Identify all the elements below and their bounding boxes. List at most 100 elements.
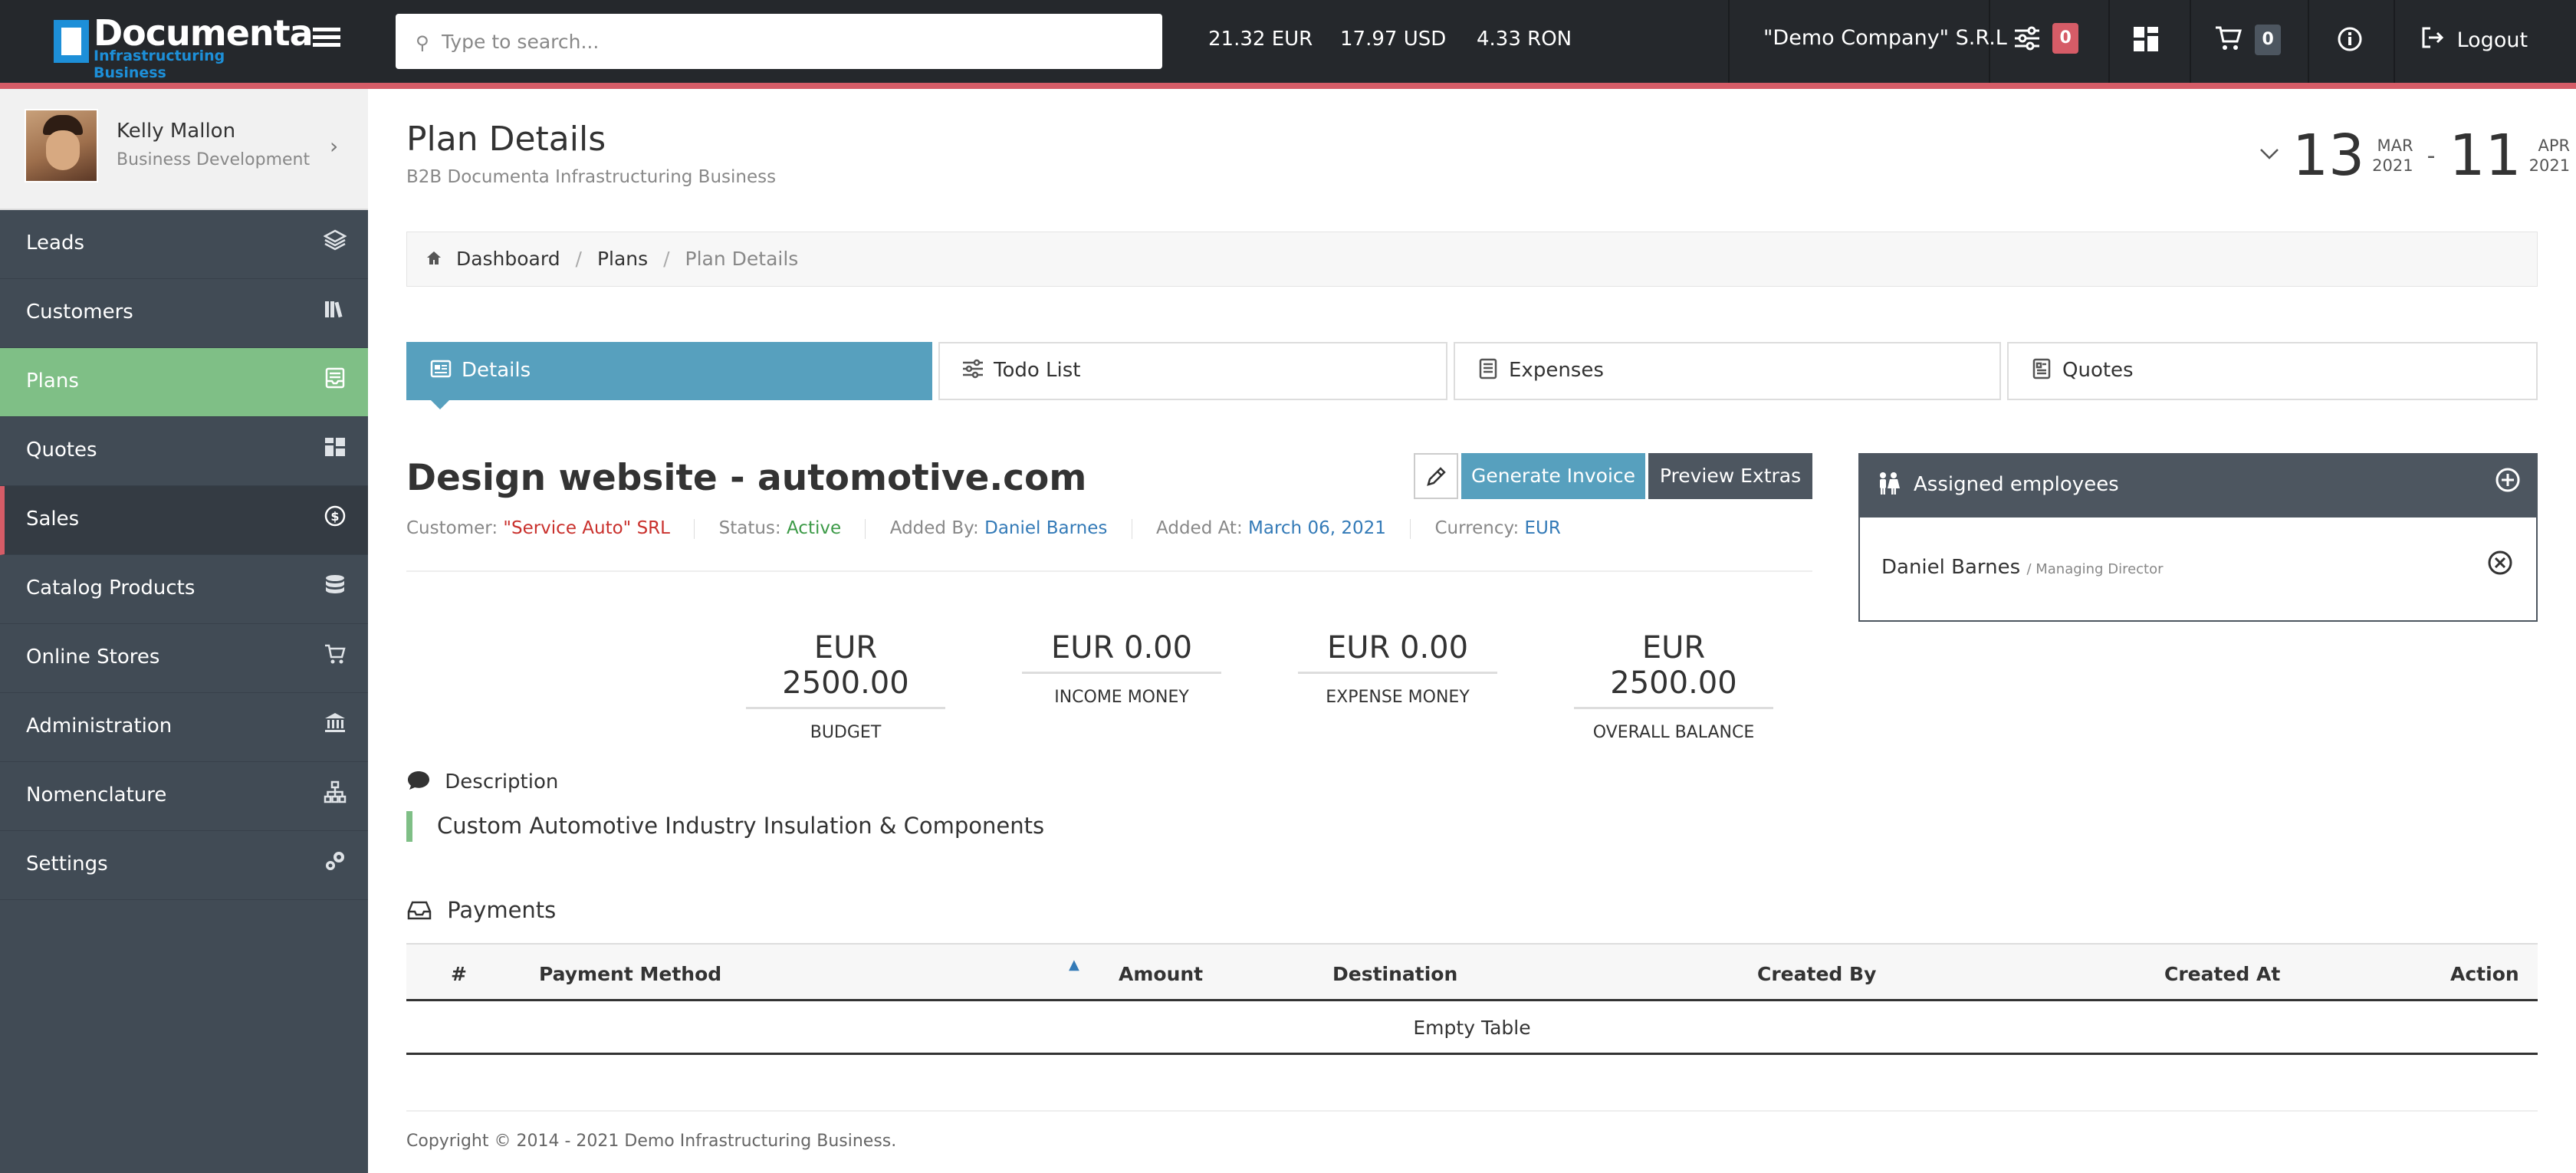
plan-meta: Customer: "Service Auto" SRL Status: Act… [406, 518, 1561, 539]
customer-link[interactable]: "Service Auto" SRL [503, 518, 670, 538]
stat-value: EUR 0.00 [1298, 630, 1497, 674]
description-heading: Description [406, 770, 558, 797]
document-icon [2030, 357, 2053, 386]
status-label: Status: [718, 518, 781, 538]
preview-extras-button[interactable]: Preview Extras [1648, 453, 1812, 499]
column-amount[interactable]: Amount [1119, 963, 1203, 985]
stat-label: OVERALL BALANCE [1592, 723, 1755, 742]
sliders-icon [961, 357, 984, 386]
date-from-day: 13 [2292, 123, 2365, 189]
database-icon [324, 573, 347, 603]
gears-icon [324, 849, 347, 879]
sort-asc-icon[interactable]: ▲ [1069, 957, 1079, 973]
chevron-down-icon [2259, 146, 2280, 165]
edit-button[interactable] [1414, 453, 1458, 499]
remove-employee-icon[interactable] [2487, 550, 2513, 583]
filter-badge: 0 [2052, 23, 2079, 54]
info-icon[interactable] [2337, 26, 2363, 55]
stat-income-money: EUR 0.00 INCOME MONEY [1022, 630, 1221, 707]
sidebar-item-label: Customers [26, 301, 133, 324]
stat-value: EUR 2500.00 [746, 630, 945, 709]
sidebar-item-label: Sales [26, 508, 80, 531]
company-selector[interactable]: "Demo Company" S.R.L [1763, 26, 2007, 50]
profile-role: Business Development [117, 150, 310, 169]
add-employee-icon[interactable] [2495, 467, 2521, 500]
menu-toggle-icon[interactable] [313, 28, 340, 52]
description-heading-text: Description [445, 770, 559, 794]
table-header: # Payment Method ▲ Amount Destination Cr… [406, 943, 2538, 1001]
date-range-picker[interactable]: 13 MAR 2021 - 11 APR 2021 [2259, 123, 2570, 189]
tab-expenses[interactable]: Expenses [1454, 342, 2001, 400]
sidebar-item-settings[interactable]: Settings [0, 831, 368, 900]
employee-item: Daniel Barnes / Managing Director [1881, 556, 2164, 579]
stat-overall-balance: EUR 2500.00 OVERALL BALANCE [1574, 630, 1773, 742]
dashboard-layout-icon[interactable] [2133, 26, 2159, 55]
added-by-label: Added By: [889, 518, 979, 538]
column-created-at[interactable]: Created At [2164, 963, 2280, 985]
comment-icon [406, 770, 431, 797]
svg-text:$: $ [330, 509, 339, 524]
added-by-link[interactable]: Daniel Barnes [984, 518, 1107, 538]
assigned-employees-list: Daniel Barnes / Managing Director [1858, 516, 2538, 622]
sidebar-item-label: Online Stores [26, 646, 160, 669]
sidebar-item-online-stores[interactable]: Online Stores [0, 624, 368, 693]
sidebar-item-plans[interactable]: Plans [0, 348, 368, 417]
sidebar-item-label: Settings [26, 853, 108, 876]
date-to-day: 11 [2449, 123, 2522, 189]
tab-todo-list[interactable]: Todo List [938, 342, 1447, 400]
column-destination[interactable]: Destination [1332, 963, 1457, 985]
sidebar-item-customers[interactable]: Customers [0, 279, 368, 348]
breadcrumb-plan-details: Plan Details [685, 248, 799, 270]
sidebar-item-administration[interactable]: Administration [0, 693, 368, 762]
bank-icon [324, 711, 347, 741]
footer-divider [406, 1110, 2538, 1112]
assigned-employees-header: Assigned employees [1858, 453, 2538, 516]
assigned-employees-title: Assigned employees [1914, 473, 2119, 496]
books-icon [324, 297, 347, 327]
sliders-icon [2013, 25, 2041, 52]
date-separator: - [2426, 142, 2436, 169]
breadcrumb-dashboard[interactable]: Dashboard [456, 248, 560, 270]
receipt-icon [1477, 357, 1500, 386]
page-title: Plan Details [406, 120, 606, 159]
column-payment-method[interactable]: Payment Method [539, 963, 721, 985]
logout-icon [2421, 26, 2444, 54]
search-input[interactable] [442, 25, 1132, 58]
sidebar-item-quotes[interactable]: Quotes [0, 417, 368, 486]
logout-button[interactable]: Logout [2421, 26, 2528, 54]
tab-label: Details [462, 359, 531, 382]
date-to-year: 2021 [2528, 156, 2571, 175]
status-value: Active [786, 518, 842, 538]
tab-quotes[interactable]: Quotes [2007, 342, 2538, 400]
app-logo[interactable]: Documenta Infrastructuring Business [54, 12, 314, 81]
layers-icon [323, 228, 347, 258]
empty-table-message: Empty Table [1413, 1017, 1531, 1039]
user-profile[interactable]: Kelly Mallon Business Development › [0, 89, 368, 210]
topbar-divider [1728, 0, 1730, 83]
sidebar-item-catalog-products[interactable]: Catalog Products [0, 555, 368, 624]
date-to-month: APR [2538, 136, 2571, 155]
currency-label: Currency: [1434, 518, 1520, 538]
column-action: Action [2450, 963, 2519, 985]
payments-heading: Payments [406, 897, 556, 926]
generate-invoice-button[interactable]: Generate Invoice [1461, 453, 1645, 499]
logo-subtitle: Infrastructuring Business [94, 48, 225, 81]
stat-label: INCOME MONEY [1054, 688, 1189, 707]
column-number[interactable]: # [451, 963, 467, 985]
logout-label: Logout [2456, 28, 2528, 52]
avatar [25, 109, 98, 182]
sidebar-item-sales[interactable]: Sales $ [0, 486, 368, 555]
topbar-divider [2394, 0, 2395, 83]
filter-button[interactable]: 0 [2013, 23, 2079, 54]
tab-details[interactable]: Details [406, 342, 932, 400]
breadcrumb-plans[interactable]: Plans [597, 248, 648, 270]
stat-budget: EUR 2500.00 BUDGET [746, 630, 945, 742]
added-at-label: Added At: [1156, 518, 1243, 538]
cart-button[interactable]: 0 [2214, 25, 2282, 55]
column-created-by[interactable]: Created By [1757, 963, 1876, 985]
tab-active-caret [429, 399, 451, 409]
stat-label: EXPENSE MONEY [1326, 688, 1470, 707]
sidebar-item-nomenclature[interactable]: Nomenclature [0, 762, 368, 831]
logo-mark-icon [54, 20, 89, 63]
sidebar-item-leads[interactable]: Leads [0, 210, 368, 279]
